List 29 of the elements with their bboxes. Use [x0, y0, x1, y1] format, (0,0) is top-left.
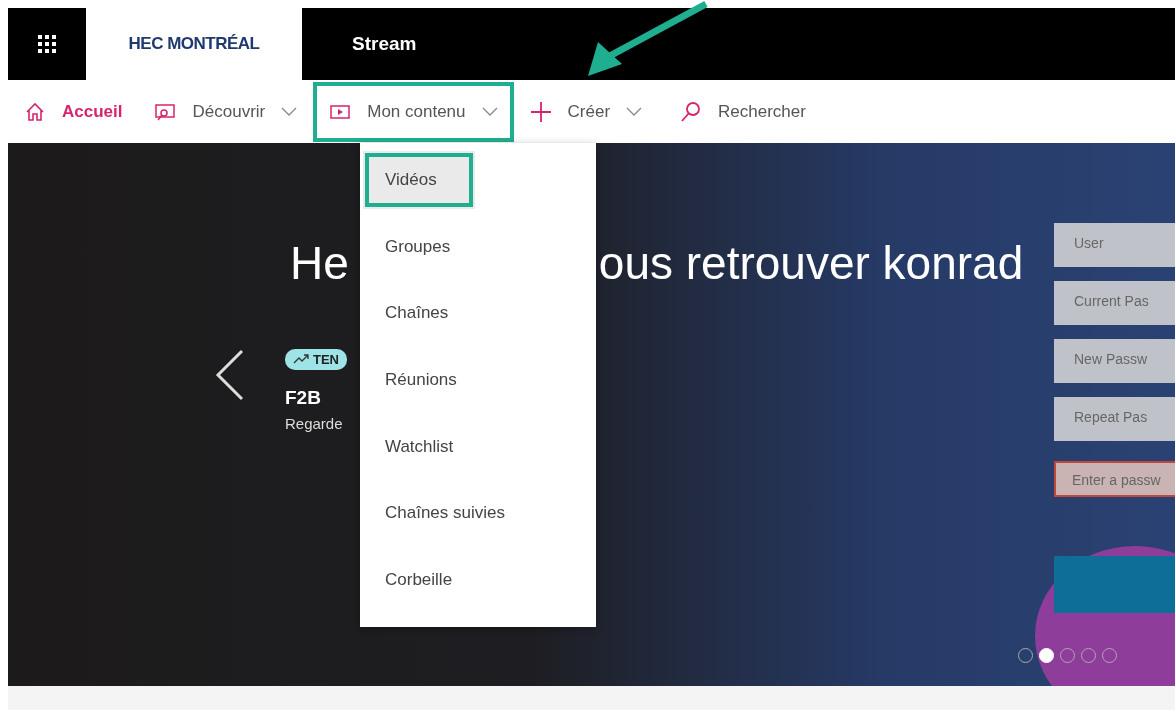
- nav-tab[interactable]: Mon contenu: [317, 85, 510, 138]
- nav-tab[interactable]: Accueil: [12, 85, 135, 138]
- app-name: Stream: [352, 31, 417, 56]
- home-icon: [24, 100, 46, 123]
- menu-item[interactable]: Vidéos: [363, 151, 475, 209]
- menu-item[interactable]: Chaînes: [360, 284, 596, 343]
- chevron-down-icon: [626, 106, 643, 117]
- trending-badge: TEN: [285, 348, 347, 371]
- search-field[interactable]: Rechercher: [668, 85, 818, 138]
- search-icon: [680, 100, 703, 123]
- menu-item[interactable]: Watchlist: [360, 417, 596, 476]
- chevron-left-icon[interactable]: [215, 348, 245, 401]
- hero-title: He: [290, 238, 349, 289]
- logo[interactable]: HEC MONTRÉAL: [86, 8, 302, 80]
- plus-icon: [529, 100, 552, 123]
- video-subtitle: Regarde: [285, 413, 344, 434]
- chevron-down-icon: [281, 106, 298, 117]
- app-launcher-icon[interactable]: [37, 34, 57, 54]
- video-title: F2B: [285, 386, 322, 411]
- chevron-down-icon: [481, 106, 498, 117]
- menu-item[interactable]: Réunions: [360, 350, 596, 409]
- hero-title: ous retrouver konrad: [598, 238, 1024, 289]
- nav-tab[interactable]: Découvrir: [142, 85, 310, 138]
- menu-item[interactable]: Chaînes suivies: [360, 483, 596, 542]
- nav-tab[interactable]: Créer: [517, 85, 655, 138]
- menu-item[interactable]: Groupes: [360, 217, 596, 276]
- error-message: Enter a passw: [1054, 461, 1175, 497]
- trend-icon: [293, 354, 309, 365]
- menu-item[interactable]: Corbeille: [360, 550, 596, 609]
